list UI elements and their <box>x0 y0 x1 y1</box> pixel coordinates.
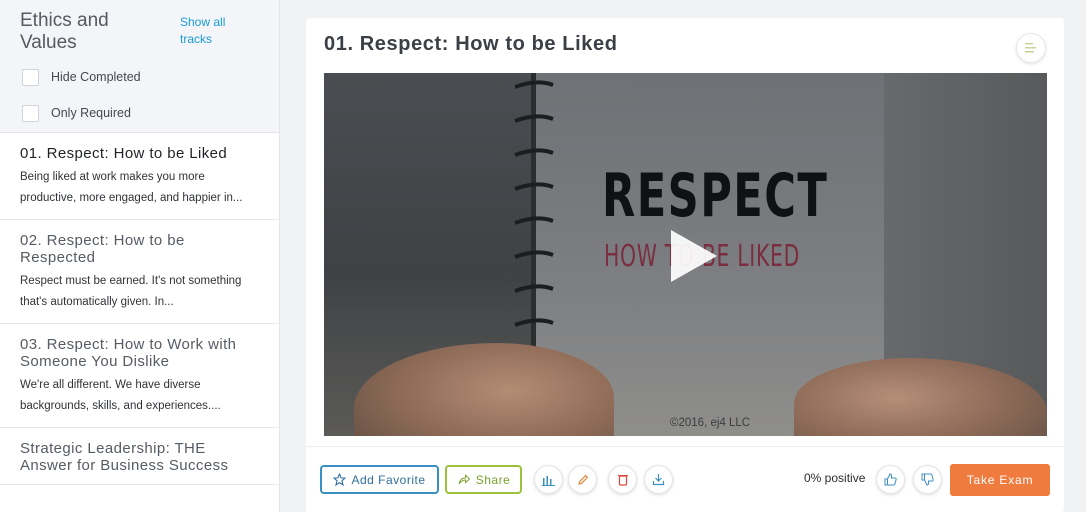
lesson-description: Respect must be earned. It's not somethi… <box>20 275 242 308</box>
play-icon[interactable] <box>665 228 721 284</box>
star-icon <box>333 473 347 486</box>
show-all-tracks-link[interactable]: Show all tracks <box>180 14 250 48</box>
thumbs-down-icon <box>921 473 934 486</box>
only-required-label: Only Required <box>51 106 131 120</box>
add-favorite-label: Add Favorite <box>351 472 426 487</box>
outline-menu-button[interactable] <box>1016 33 1046 63</box>
share-button[interactable]: Share <box>445 465 522 494</box>
video-copyright: ©2016, ej4 LLC <box>670 417 751 429</box>
lesson-item-2[interactable]: 02. Respect: How to be Respected Respect… <box>0 220 279 324</box>
lesson-title: 03. Respect: How to Work with Someone Yo… <box>20 336 237 370</box>
video-player[interactable]: RESPECT HOW TO BE LIKED ©2016, ej4 LLC <box>324 73 1047 436</box>
stats-button[interactable] <box>534 465 563 494</box>
lesson-action-bar: Add Favorite Share 0% positive Take Exam <box>306 446 1064 512</box>
only-required-checkbox[interactable] <box>22 104 39 122</box>
thumbs-down-button[interactable] <box>913 465 942 494</box>
thumbs-up-button[interactable] <box>876 465 905 494</box>
share-icon <box>458 473 470 485</box>
track-title: Ethics and Values <box>20 10 109 53</box>
only-required-filter[interactable]: Only Required <box>20 100 259 126</box>
lesson-title: 02. Respect: How to be Respected <box>20 232 185 266</box>
lesson-item-1[interactable]: 01. Respect: How to be Liked Being liked… <box>0 133 279 220</box>
add-favorite-button[interactable]: Add Favorite <box>320 465 439 494</box>
thumbs-up-icon <box>884 473 897 486</box>
lesson-description: Being liked at work makes you more produ… <box>20 171 243 204</box>
share-label: Share <box>475 472 511 487</box>
track-header: Ethics and Values Show all tracks Hide C… <box>0 0 279 133</box>
positive-rating-text: 0% positive <box>804 471 866 485</box>
download-icon <box>652 474 665 486</box>
lesson-title: Strategic Leadership: THE Answer for Bus… <box>20 440 229 474</box>
list-menu-icon <box>1025 43 1036 53</box>
lesson-description: We're all different. We have diverse bac… <box>20 379 221 412</box>
trash-icon <box>617 475 628 486</box>
video-hand-left <box>354 343 614 436</box>
lesson-title: 01. Respect: How to be Liked <box>20 145 228 162</box>
pencil-icon <box>577 474 588 485</box>
edit-button[interactable] <box>568 465 597 494</box>
video-headline: RESPECT <box>602 161 829 231</box>
bar-chart-icon <box>542 475 555 486</box>
lesson-item-4[interactable]: Strategic Leadership: THE Answer for Bus… <box>0 428 279 485</box>
hide-completed-filter[interactable]: Hide Completed <box>20 64 259 90</box>
take-exam-button[interactable]: Take Exam <box>950 464 1050 496</box>
hide-completed-checkbox[interactable] <box>22 68 39 86</box>
lesson-panel: 01. Respect: How to be Liked RESPECT HOW… <box>306 18 1064 512</box>
lesson-item-3[interactable]: 03. Respect: How to Work with Someone Yo… <box>0 324 279 428</box>
download-button[interactable] <box>644 465 673 494</box>
hide-completed-label: Hide Completed <box>51 70 141 84</box>
page-title: 01. Respect: How to be Liked <box>324 33 618 55</box>
track-sidebar: Ethics and Values Show all tracks Hide C… <box>0 0 280 512</box>
delete-button[interactable] <box>608 465 637 494</box>
